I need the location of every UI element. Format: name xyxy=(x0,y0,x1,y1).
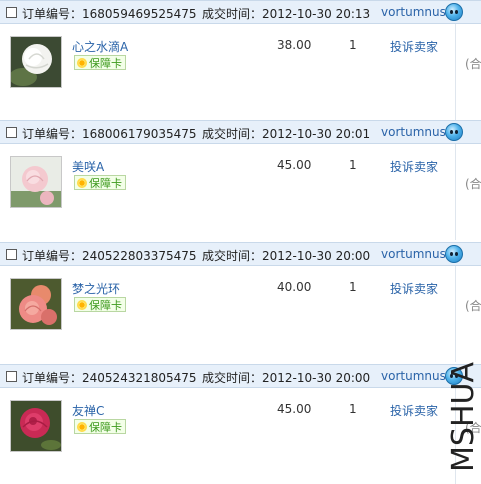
seller-link[interactable]: vortumnus xyxy=(381,5,446,19)
product-thumbnail[interactable] xyxy=(10,36,62,88)
quantity: 1 xyxy=(349,158,357,172)
quantity: 1 xyxy=(349,280,357,294)
order-item-row: 心之水滴A 保障卡 38.00 1 投诉卖家 (合 xyxy=(0,24,481,120)
watermark-text: MSHUA xyxy=(446,362,481,472)
deal-time: 成交时间：2012-10-30 20:13 xyxy=(202,7,371,21)
column-divider xyxy=(455,24,456,120)
flower-icon xyxy=(77,178,87,188)
guarantee-card-badge[interactable]: 保障卡 xyxy=(74,419,126,434)
order-number: 订单编号：240522803375475 xyxy=(22,249,197,263)
column-divider xyxy=(455,266,456,362)
guarantee-card-badge[interactable]: 保障卡 xyxy=(74,175,126,190)
order-header: 订单编号：168059469525475 成交时间：2012-10-30 20:… xyxy=(0,0,481,24)
order-item-row: 友禅C 保障卡 45.00 1 投诉卖家 (合 xyxy=(0,388,481,484)
order-header: 订单编号：168006179035475 成交时间：2012-10-30 20:… xyxy=(0,120,481,144)
seller-link[interactable]: vortumnus xyxy=(381,125,446,139)
order-checkbox[interactable] xyxy=(6,249,17,260)
order-number: 订单编号：168059469525475 xyxy=(22,7,197,21)
guarantee-card-badge[interactable]: 保障卡 xyxy=(74,55,126,70)
product-name-link[interactable]: 心之水滴A xyxy=(72,38,128,55)
product-name-link[interactable]: 梦之光环 xyxy=(72,280,120,297)
order-item-row: 梦之光环 保障卡 40.00 1 投诉卖家 (合 xyxy=(0,266,481,362)
truncated-column-text: (合 xyxy=(465,299,481,313)
order-item-row: 美咲A 保障卡 45.00 1 投诉卖家 (合 xyxy=(0,144,481,240)
seller-link[interactable]: vortumnus xyxy=(381,369,446,383)
flower-icon xyxy=(77,422,87,432)
quantity: 1 xyxy=(349,38,357,52)
complain-seller-link[interactable]: 投诉卖家 xyxy=(390,158,438,175)
column-divider xyxy=(455,144,456,240)
unit-price: 38.00 xyxy=(277,38,312,52)
flower-icon xyxy=(77,58,87,68)
complain-seller-link[interactable]: 投诉卖家 xyxy=(390,38,438,55)
deal-time: 成交时间：2012-10-30 20:01 xyxy=(202,127,371,141)
order-checkbox[interactable] xyxy=(6,7,17,18)
product-thumbnail[interactable] xyxy=(10,400,62,452)
watermark: MSHUA xyxy=(446,362,481,472)
order-header: 订单编号：240524321805475 成交时间：2012-10-30 20:… xyxy=(0,364,481,388)
complain-seller-link[interactable]: 投诉卖家 xyxy=(390,280,438,297)
unit-price: 40.00 xyxy=(277,280,312,294)
complain-seller-link[interactable]: 投诉卖家 xyxy=(390,402,438,419)
deal-time: 成交时间：2012-10-30 20:00 xyxy=(202,249,371,263)
truncated-column-text: (合 xyxy=(465,57,481,71)
product-name-link[interactable]: 美咲A xyxy=(72,158,104,175)
wangwang-chat-icon[interactable] xyxy=(445,3,463,21)
order-number: 订单编号：168006179035475 xyxy=(22,127,197,141)
order-checkbox[interactable] xyxy=(6,127,17,138)
order-header: 订单编号：240522803375475 成交时间：2012-10-30 20:… xyxy=(0,242,481,266)
product-thumbnail[interactable] xyxy=(10,156,62,208)
flower-icon xyxy=(77,300,87,310)
unit-price: 45.00 xyxy=(277,402,312,416)
deal-time: 成交时间：2012-10-30 20:00 xyxy=(202,371,371,385)
order-checkbox[interactable] xyxy=(6,371,17,382)
product-name-link[interactable]: 友禅C xyxy=(72,402,104,419)
product-thumbnail[interactable] xyxy=(10,278,62,330)
wangwang-chat-icon[interactable] xyxy=(445,123,463,141)
seller-link[interactable]: vortumnus xyxy=(381,247,446,261)
order-number: 订单编号：240524321805475 xyxy=(22,371,197,385)
unit-price: 45.00 xyxy=(277,158,312,172)
guarantee-card-badge[interactable]: 保障卡 xyxy=(74,297,126,312)
truncated-column-text: (合 xyxy=(465,177,481,191)
quantity: 1 xyxy=(349,402,357,416)
wangwang-chat-icon[interactable] xyxy=(445,245,463,263)
